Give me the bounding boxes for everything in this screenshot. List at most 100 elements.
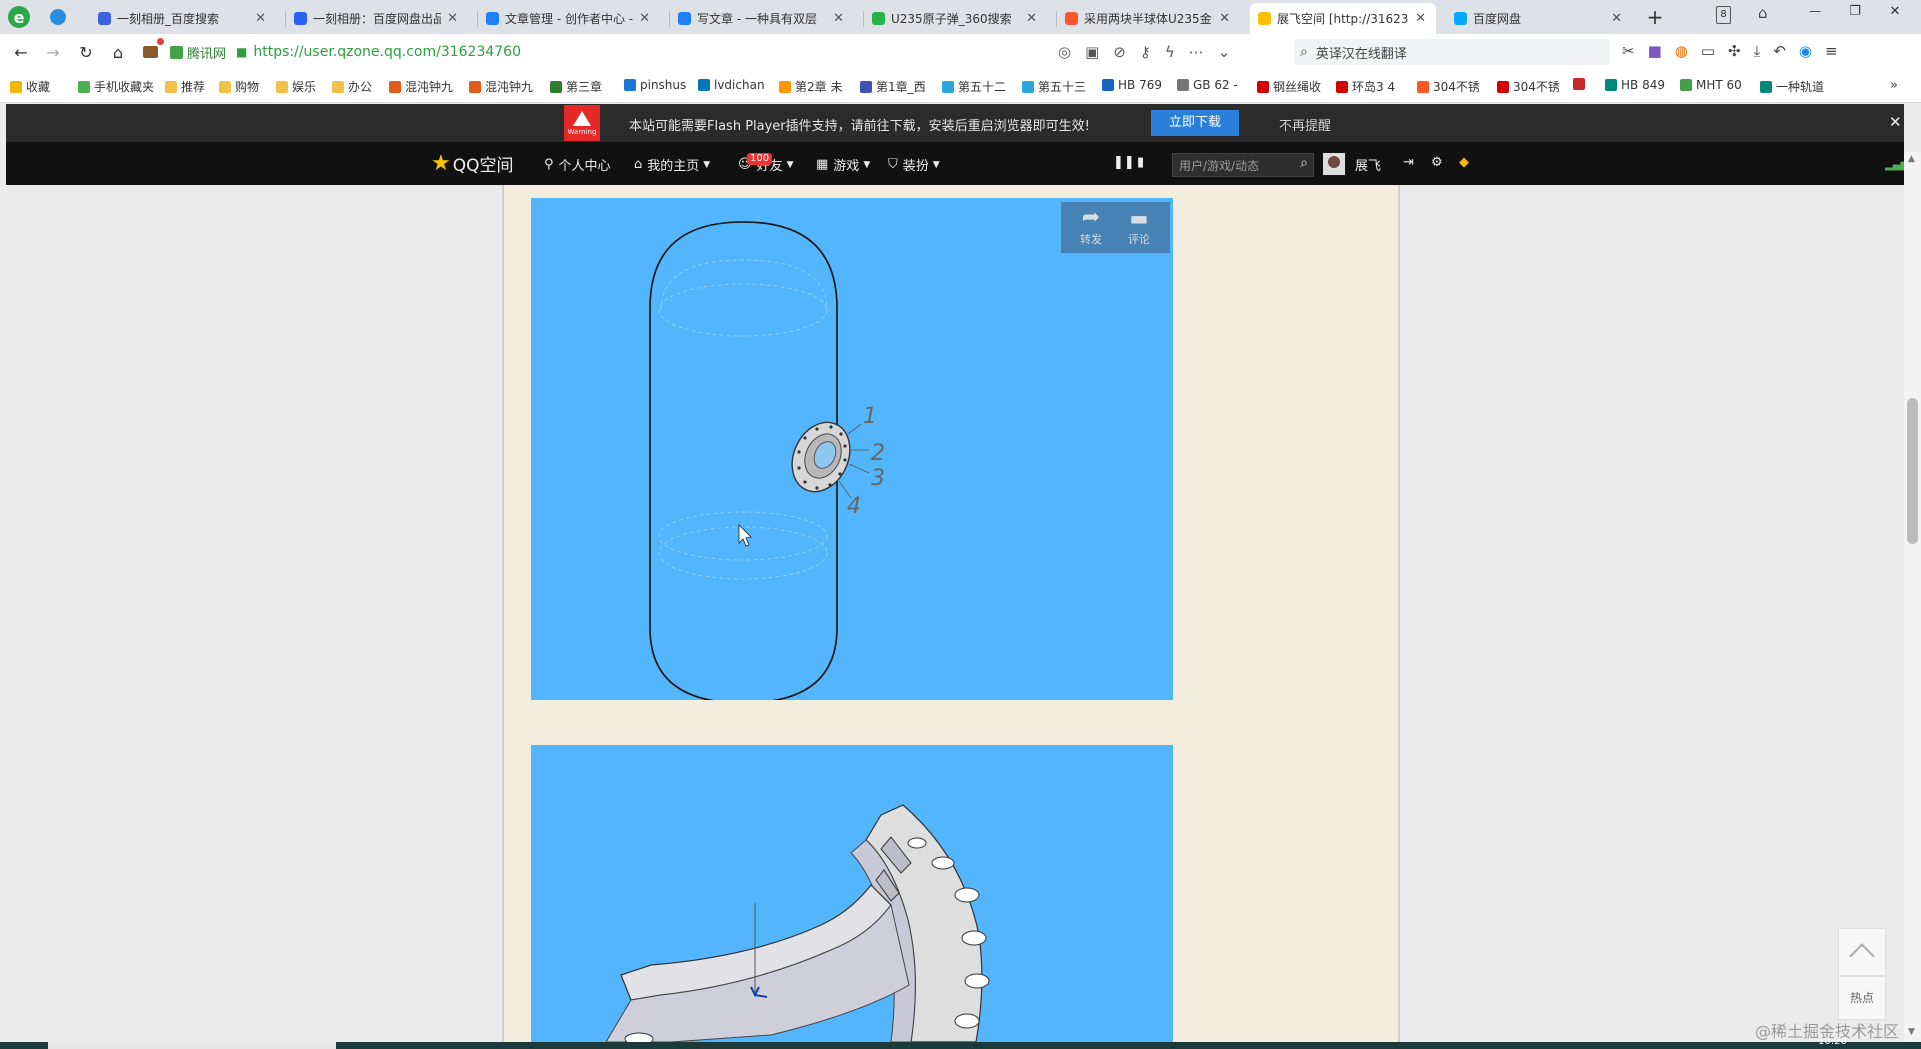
page-scrollbar[interactable]: ▲ ▼ xyxy=(1904,152,1921,1042)
tab-close-icon[interactable]: ✕ xyxy=(639,11,650,26)
bookmark-16[interactable]: HB 769 xyxy=(1102,78,1162,92)
tab-count-icon[interactable]: 8 xyxy=(1716,6,1731,24)
qzone-logo[interactable]: ★ QQ空间 xyxy=(431,151,514,176)
hot-topics-button[interactable]: 热点 xyxy=(1838,976,1886,1020)
new-tab-button[interactable]: + xyxy=(1643,5,1667,29)
bookmark-18[interactable]: 钢丝绳收 xyxy=(1257,78,1321,95)
flash-download-button[interactable]: 立即下载 xyxy=(1151,110,1239,136)
more-dots-icon[interactable]: ⋯ xyxy=(1189,43,1204,61)
bookmark-25[interactable]: 一种轨道 xyxy=(1760,78,1824,95)
bookmark-20[interactable]: 304不锈 xyxy=(1417,78,1480,95)
tab-1[interactable]: 一刻相册_百度搜索 ✕ xyxy=(90,3,276,34)
bookmark-6[interactable]: 办公 xyxy=(332,78,372,95)
lightning-icon[interactable]: ϟ xyxy=(1165,43,1175,61)
restore-button[interactable]: ❐ xyxy=(1838,4,1872,19)
scissors-icon[interactable]: ✂ xyxy=(1622,42,1635,60)
search-box[interactable]: ⌕ 英译汉在线翻译 xyxy=(1294,39,1610,65)
bookmark-22[interactable] xyxy=(1573,78,1589,90)
scroll-down-arrow[interactable]: ▼ xyxy=(1908,1027,1915,1037)
tab-close-icon[interactable]: ✕ xyxy=(1219,11,1230,26)
tab-close-icon[interactable]: ✕ xyxy=(447,11,458,26)
nav-games[interactable]: ▦ 游戏 ▼ xyxy=(816,155,870,174)
compass-icon[interactable]: ⊘ xyxy=(1113,43,1126,61)
flash-close-icon[interactable]: ✕ xyxy=(1889,113,1902,131)
photo-2[interactable] xyxy=(531,745,1173,1042)
download-icon[interactable]: ⤓ xyxy=(1754,42,1761,60)
undo-icon[interactable]: ↶ xyxy=(1773,42,1786,60)
bookmark-11[interactable]: lvdichan xyxy=(698,78,765,92)
tab-3[interactable]: 文章管理 - 创作者中心 - ✕ xyxy=(478,3,660,34)
bookmark-17[interactable]: GB 62 - xyxy=(1177,78,1238,92)
reload-icon[interactable]: ↻ xyxy=(75,41,97,63)
taskbar-item[interactable] xyxy=(48,1042,336,1049)
qzone-search-input[interactable]: 用户/游戏/动态 xyxy=(1179,157,1259,174)
photo-1[interactable]: 1 2 3 4 ➦ 转发 ▬ 评论 xyxy=(531,198,1173,700)
tab-6[interactable]: 采用两块半球体U235金 ✕ xyxy=(1057,3,1240,34)
search-input[interactable]: 英译汉在线翻译 xyxy=(1316,43,1407,62)
bookmark-10[interactable]: pinshus xyxy=(624,78,686,92)
tab-close-icon[interactable]: ✕ xyxy=(255,11,266,26)
tab-close-icon[interactable]: ✕ xyxy=(1611,11,1622,26)
bookmark-3[interactable]: 推荐 xyxy=(165,78,205,95)
browser-logo-icon[interactable]: e xyxy=(8,6,30,28)
nav-my-home[interactable]: ⌂ 我的主页 ▼ xyxy=(634,155,710,174)
diamond-icon[interactable]: ◆ xyxy=(1459,155,1469,170)
bookmark-13[interactable]: 第1章_西 xyxy=(860,78,926,95)
tab-close-icon[interactable]: ✕ xyxy=(1026,11,1037,26)
tab-2[interactable]: 一刻相册：百度网盘出品 ✕ xyxy=(286,3,468,34)
bookmark-21[interactable]: 304不锈 xyxy=(1497,78,1560,95)
image-search-icon[interactable]: ▣ xyxy=(1085,43,1099,61)
share-button[interactable]: ➦ 转发 xyxy=(1071,205,1111,247)
back-to-top-button[interactable] xyxy=(1838,928,1886,976)
bookmark-4[interactable]: 购物 xyxy=(219,78,259,95)
bookmark-9[interactable]: 第三章 xyxy=(550,78,602,95)
bookmark-23[interactable]: HB 849 xyxy=(1605,78,1665,92)
telegram-icon[interactable] xyxy=(50,9,66,25)
bookmark-12[interactable]: 第2章 未 xyxy=(779,78,842,95)
home-icon[interactable]: ⌂ xyxy=(107,41,129,63)
user-name[interactable]: 展飞 xyxy=(1355,155,1381,174)
scroll-up-arrow[interactable]: ▲ xyxy=(1908,154,1915,164)
bookmark-5[interactable]: 娱乐 xyxy=(276,78,316,95)
bookmark-8[interactable]: 混沌钟九 xyxy=(469,78,533,95)
shirt-skin-icon[interactable]: ⌂ xyxy=(1758,4,1768,22)
close-window-button[interactable]: ✕ xyxy=(1878,4,1912,19)
gamepad-icon[interactable]: ◍ xyxy=(1675,42,1688,60)
menu-icon[interactable]: ≡ xyxy=(1825,42,1838,60)
avatar[interactable] xyxy=(1323,153,1345,175)
tab-close-icon[interactable]: ✕ xyxy=(833,11,844,26)
pause-icon[interactable]: ❚❚ xyxy=(1113,155,1135,170)
bookmark-19[interactable]: 环岛3 4 xyxy=(1336,78,1395,95)
bookmark-1[interactable]: 收藏 xyxy=(10,78,50,95)
comment-button[interactable]: ▬ 评论 xyxy=(1119,205,1159,247)
translate-icon[interactable]: ■ xyxy=(1648,42,1662,60)
nav-personal-center[interactable]: ⚲ 个人中心 xyxy=(544,155,611,174)
bookmark-14[interactable]: 第五十二 xyxy=(942,78,1006,95)
target-icon[interactable]: ◎ xyxy=(1058,43,1071,61)
bookmark-overflow-icon[interactable]: » xyxy=(1890,78,1898,93)
flash-dismiss-link[interactable]: 不再提醒 xyxy=(1279,115,1331,134)
scrollbar-thumb[interactable] xyxy=(1907,398,1918,544)
bookmark-24[interactable]: MHT 60 xyxy=(1680,78,1742,92)
tab-close-icon[interactable]: ✕ xyxy=(1415,11,1426,26)
sync-icon[interactable]: ◉ xyxy=(1799,42,1812,60)
tab-7[interactable]: 展飞空间 [http://31623 ✕ xyxy=(1250,3,1436,34)
tab-8[interactable]: 百度网盘 ✕ xyxy=(1446,3,1632,34)
url-text[interactable]: https://user.qzone.qq.com/316234760 xyxy=(253,44,521,60)
search-icon[interactable]: ⌕ xyxy=(1300,155,1308,171)
back-arrow-icon[interactable]: ← xyxy=(10,41,32,63)
forward-arrow-icon[interactable]: → xyxy=(42,41,64,63)
nav-dress-up[interactable]: ⛉ 装扮 ▼ xyxy=(888,155,940,174)
key-icon[interactable]: ⚷ xyxy=(1140,43,1151,61)
bookmark-7[interactable]: 混沌钟九 xyxy=(389,78,453,95)
minimize-button[interactable]: — xyxy=(1798,4,1832,18)
tab-4[interactable]: 写文章 - 一种具有双层 ✕ xyxy=(670,3,854,34)
puzzle-icon[interactable]: ✣ xyxy=(1728,42,1741,60)
tab-5[interactable]: U235原子弹_360搜索 ✕ xyxy=(864,3,1047,34)
signal-bars-icon[interactable]: ▮ xyxy=(1137,155,1144,170)
chevron-down-icon[interactable]: ⌄ xyxy=(1218,43,1231,61)
bookmark-15[interactable]: 第五十三 xyxy=(1022,78,1086,95)
qzone-search-box[interactable]: 用户/游戏/动态 ⌕ xyxy=(1172,153,1314,177)
logout-icon[interactable]: ⇥ xyxy=(1403,155,1414,170)
bookmark-2[interactable]: 手机收藏夹 xyxy=(78,78,154,95)
